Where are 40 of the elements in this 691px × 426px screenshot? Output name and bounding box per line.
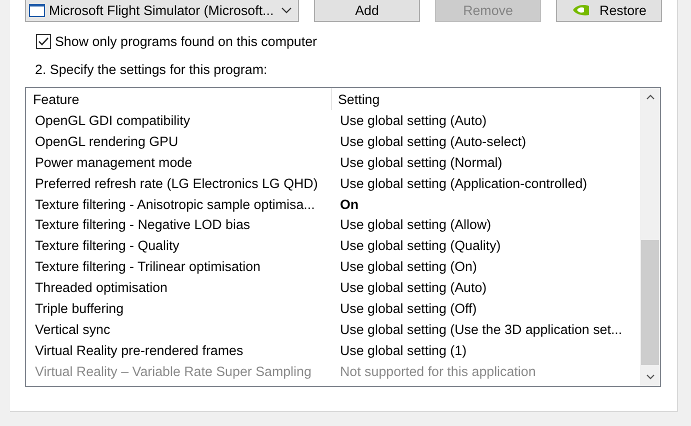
- scrollbar-thumb[interactable]: [641, 240, 659, 365]
- feature-cell[interactable]: Virtual Reality pre-rendered frames: [26, 342, 332, 358]
- setting-cell[interactable]: Use global setting (Use the 3D application set...: [332, 322, 622, 337]
- scroll-up-icon[interactable]: [646, 94, 654, 100]
- setting-cell[interactable]: Use global setting (1): [332, 342, 467, 358]
- feature-cell[interactable]: OpenGL rendering GPU: [26, 134, 332, 149]
- setting-cell[interactable]: On: [332, 196, 359, 212]
- setting-cell[interactable]: Use global setting (Auto-select): [332, 134, 526, 149]
- program-dropdown[interactable]: Microsoft Flight Simulator (Microsoft...: [25, 0, 299, 22]
- feature-cell[interactable]: Power management mode: [26, 154, 332, 170]
- feature-cell[interactable]: Texture filtering - Negative LOD bias: [26, 217, 332, 232]
- checkbox[interactable]: [36, 34, 51, 49]
- feature-cell[interactable]: OpenGL GDI compatibility: [26, 112, 332, 128]
- restore-button[interactable]: Restore: [556, 0, 662, 22]
- scroll-down-icon[interactable]: [646, 374, 654, 380]
- setting-cell[interactable]: Use global setting (Normal): [332, 154, 502, 170]
- feature-cell[interactable]: Threaded optimisation: [26, 280, 332, 296]
- setting-cell[interactable]: Use global setting (Auto): [332, 112, 487, 128]
- feature-cell[interactable]: Texture filtering - Quality: [26, 238, 332, 254]
- window-icon: [29, 4, 45, 16]
- setting-cell[interactable]: Use global setting (Off): [332, 300, 477, 316]
- column-header[interactable]: Feature: [26, 88, 332, 110]
- setting-cell[interactable]: Use global setting (Quality): [332, 238, 501, 254]
- setting-cell[interactable]: Use global setting (On): [332, 259, 477, 274]
- eye-logo-icon: [572, 4, 590, 16]
- section-label: 2. Specify the settings for this program:: [35, 62, 268, 77]
- action-button[interactable]: Add: [314, 0, 420, 22]
- setting-cell[interactable]: Use global setting (Application-controlled): [332, 176, 588, 191]
- caret-icon: [281, 6, 292, 14]
- feature-cell[interactable]: Triple buffering: [26, 300, 332, 316]
- feature-cell[interactable]: Texture filtering - Trilinear optimisation: [26, 259, 332, 274]
- feature-cell[interactable]: Preferred refresh rate (LG Electronics LG QHD): [26, 176, 332, 191]
- checkbox-label: Show only programs found on this computer: [55, 34, 318, 49]
- feature-cell[interactable]: Vertical sync: [26, 322, 332, 337]
- setting-cell[interactable]: Use global setting (Allow): [332, 217, 492, 232]
- setting-cell[interactable]: Use global setting (Auto): [332, 280, 487, 296]
- scrollbar[interactable]: [640, 88, 660, 386]
- dropdown-value: Microsoft Flight Simulator (Microsoft...: [49, 2, 275, 18]
- column-header[interactable]: Setting: [332, 88, 380, 110]
- feature-cell[interactable]: Texture filtering - Anisotropic sample optimisa...: [26, 196, 332, 212]
